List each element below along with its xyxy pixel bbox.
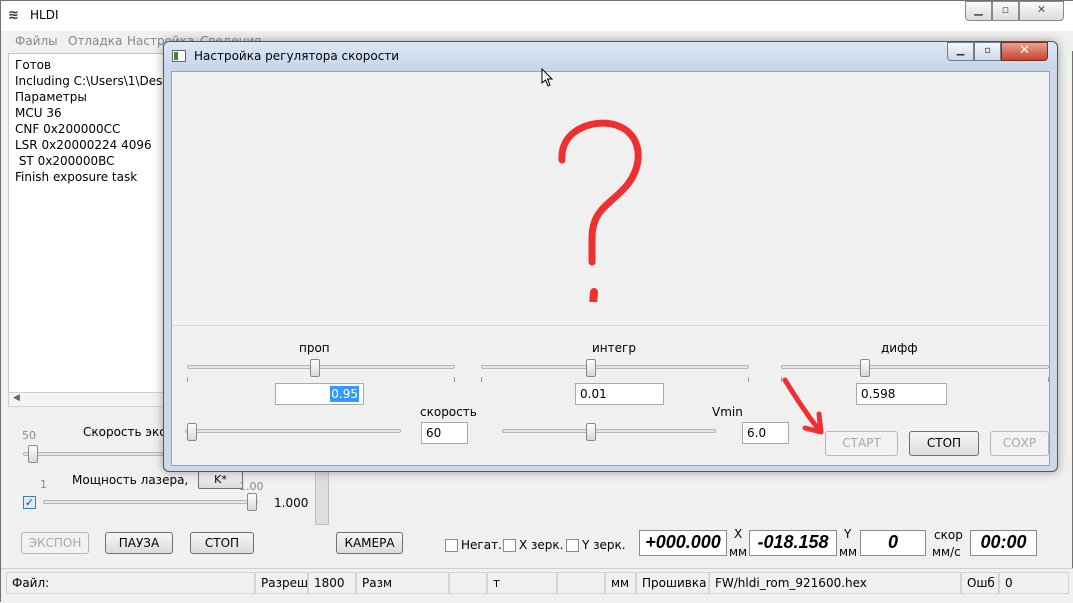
status-cell-empty [557, 572, 605, 594]
dialog-stop-button[interactable]: СТОП [909, 431, 979, 456]
dialog-titlebar[interactable]: Настройка регулятора скорости [164, 42, 1057, 70]
menu-files[interactable]: Файлы [15, 34, 58, 48]
integ-label: интегр [592, 341, 636, 355]
y-mirror-label: Y зерк. [582, 538, 626, 552]
y-position-readout: -018.158 [749, 530, 837, 556]
exposure-speed-track[interactable] [23, 452, 163, 456]
laser-k-button[interactable]: K* [198, 471, 243, 489]
pause-button[interactable]: ПАУЗА [105, 532, 173, 554]
dialog-client-area: проп 0.95 интегр 0.01 дифф 0.598 скорост… [171, 68, 1050, 466]
diff-label: дифф [881, 341, 918, 355]
x-position-readout: +000.000 [639, 530, 727, 556]
speed-slider-thumb[interactable] [187, 423, 197, 441]
status-firmware-label: Прошивка [636, 572, 709, 594]
window-title: HLDI [30, 8, 59, 22]
vmin-slider-track[interactable] [502, 429, 716, 433]
prop-slider-thumb[interactable] [310, 359, 321, 377]
integ-slider-ticks [481, 377, 749, 382]
vmin-label: Vmin [712, 405, 743, 419]
prop-slider-track[interactable] [187, 365, 455, 369]
negative-checkbox[interactable] [445, 539, 458, 552]
status-file-label: Файл: [6, 572, 255, 594]
vertical-scrollbar[interactable] [315, 469, 329, 525]
speed-slider-track[interactable] [185, 429, 401, 433]
stop-button[interactable]: СТОП [190, 532, 254, 554]
laser-power-value: 1.000 [274, 496, 309, 510]
start-button[interactable]: СТАРТ [825, 431, 898, 456]
x-mirror-checkbox[interactable] [503, 539, 516, 552]
close-button[interactable]: ✕ [1019, 1, 1064, 21]
laser-power-min-label: 1 [40, 478, 47, 491]
minimize-button[interactable]: ▁ [965, 1, 992, 21]
y-unit-label: мм [839, 545, 858, 559]
negative-label: Негат. [461, 538, 502, 552]
mouse-cursor-icon [541, 68, 554, 87]
exposure-speed-label: Скорость эксп [83, 425, 174, 439]
x-unit-label: мм [729, 545, 748, 559]
speed-label: скорость [420, 405, 477, 419]
laser-enable-checkbox[interactable]: ✓ [23, 496, 36, 509]
question-mark-annotation [558, 119, 642, 302]
prop-label: проп [299, 341, 330, 355]
menu-debug[interactable]: Отладка [68, 34, 122, 48]
x-axis-label: X [734, 527, 743, 541]
status-resolution-value: 1800 [308, 572, 356, 594]
status-size-label: Разм [356, 572, 449, 594]
maximize-button[interactable]: ▫ [992, 1, 1019, 21]
dialog-minimize-button[interactable]: ▁ [947, 42, 974, 61]
diff-value-field[interactable]: 0.598 [856, 383, 947, 405]
diff-slider-track[interactable] [781, 365, 1049, 369]
prop-slider-ticks [187, 377, 455, 382]
time-readout: 00:00 [970, 530, 1037, 556]
x-mirror-label: X зерк. [519, 538, 564, 552]
speed-controller-dialog: Настройка регулятора скорости ▁ ▫ ✕ проп… [163, 41, 1058, 472]
status-mm-label: мм [605, 572, 636, 594]
dialog-title: Настройка регулятора скорости [194, 49, 400, 63]
integ-value-field[interactable]: 0.01 [575, 383, 664, 405]
app-logo-icon: ≋ [8, 8, 19, 23]
dialog-window-icon [172, 50, 186, 62]
integ-slider-thumb[interactable] [586, 359, 597, 377]
exposure-speed-min-label: 50 [22, 429, 36, 442]
y-axis-label: Y [844, 527, 852, 541]
scroll-left-icon[interactable]: ◀ [13, 393, 20, 403]
laser-power-max-label: 1.00 [239, 480, 264, 493]
save-button[interactable]: СОХР [990, 431, 1049, 456]
dialog-maximize-button[interactable]: ▫ [974, 42, 1001, 61]
dialog-close-button[interactable]: ✕ [1001, 42, 1048, 61]
status-error-value: 0 [999, 572, 1069, 594]
laser-power-thumb[interactable] [247, 493, 257, 511]
laser-power-track[interactable] [43, 500, 258, 504]
status-firmware-value: FW/hldi_rom_921600.hex [709, 572, 961, 594]
vmin-slider-thumb[interactable] [585, 423, 596, 441]
status-error-label: Ошб [961, 572, 999, 594]
status-resolution-label: Разреш [255, 572, 308, 594]
exposure-speed-thumb[interactable] [28, 445, 38, 463]
speed-label: скор [934, 528, 963, 542]
speed-unit-label: мм/с [932, 545, 961, 559]
laser-power-label: Мощность лазера, [72, 473, 189, 487]
main-titlebar[interactable]: ≋ HLDI [1, 1, 1073, 31]
status-t-label: т [487, 572, 557, 594]
prop-value-field[interactable]: 0.95 [275, 383, 364, 405]
status-cell-empty [449, 572, 487, 594]
speed-value-field[interactable]: 60 [421, 422, 468, 444]
prop-value-selected: 0.95 [330, 386, 359, 402]
expose-button[interactable]: ЭКСПОН [21, 532, 89, 554]
camera-button[interactable]: КАМЕРА [336, 532, 403, 554]
integ-slider-track[interactable] [481, 365, 749, 369]
graph-canvas [172, 68, 1049, 326]
y-mirror-checkbox[interactable] [566, 539, 579, 552]
diff-slider-thumb[interactable] [860, 359, 871, 377]
status-bar: Файл: Разреш 1800 Разм т мм Прошивка FW/… [1, 568, 1073, 603]
speed-readout: 0 [860, 530, 926, 556]
red-arrow-annotation [782, 377, 824, 435]
